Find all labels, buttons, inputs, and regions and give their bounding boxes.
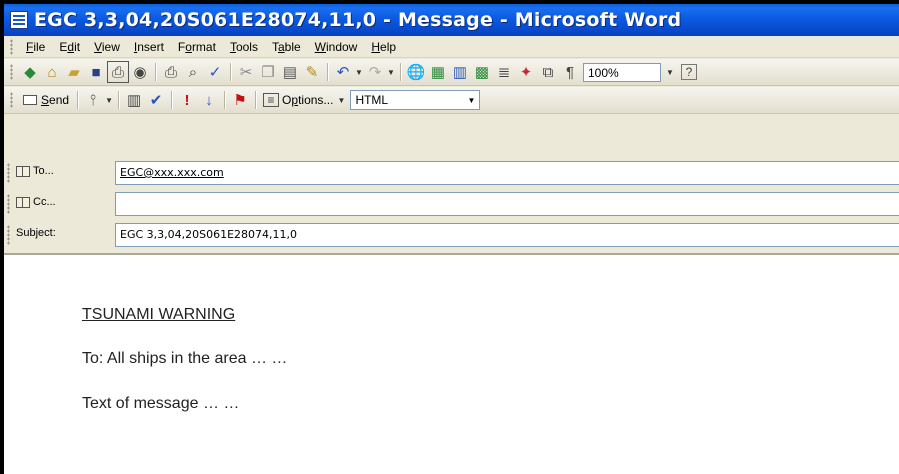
send-envelope-icon <box>23 95 37 105</box>
email-toolbar: Send ⫯ ▼ ▥ ✔ ! ↓ ⚑ ≡ Options... ▼ HTML ▼ <box>4 87 899 114</box>
options-icon: ≡ <box>263 93 280 107</box>
attach-dropdown-icon[interactable]: ▼ <box>104 96 114 105</box>
toolbar-separator <box>255 91 257 109</box>
research-icon[interactable]: ◉ <box>129 61 151 83</box>
to-row: To... EGC@xxx.xxx.com <box>4 161 899 185</box>
open-folder-icon[interactable]: ▰ <box>63 61 85 83</box>
cc-field[interactable] <box>115 192 899 216</box>
permission-icon[interactable]: ⎙ <box>107 61 129 83</box>
toolbar-separator <box>327 63 328 81</box>
title-bar[interactable]: EGC 3,3,04,20S061E28074,11,0 - Message -… <box>4 4 899 36</box>
message-recipient-line: To: All ships in the area … … <box>82 350 288 367</box>
toolbar-separator <box>230 63 231 81</box>
options-button[interactable]: ≡ Options... <box>260 93 336 107</box>
spelling-icon[interactable]: ✓ <box>204 61 226 83</box>
new-document-icon[interactable]: ◆ <box>19 61 41 83</box>
standard-toolbar: ◆ ⌂ ▰ ■ ⎙ ◉ ⎙ ⌕ ✓ ✂ ❐ ▤ ✎ ↶ ▼ ↷ ▼ 🌐 ▦ ▥ … <box>4 59 899 86</box>
importance-high-icon[interactable]: ! <box>176 89 198 111</box>
paste-icon[interactable]: ▤ <box>279 61 301 83</box>
send-button[interactable]: Send <box>19 93 73 107</box>
cc-row: Cc... <box>4 192 899 216</box>
toolbar-separator <box>155 63 156 81</box>
redo-icon[interactable]: ↷ <box>364 61 386 83</box>
menu-view[interactable]: View <box>87 38 127 56</box>
menu-edit[interactable]: Edit <box>52 38 87 56</box>
to-field[interactable]: EGC@xxx.xxx.com <box>115 161 899 185</box>
menu-bar-grip[interactable] <box>10 38 13 55</box>
subject-label: Subject: <box>16 227 56 239</box>
cut-icon[interactable]: ✂ <box>235 61 257 83</box>
toolbar-grip[interactable] <box>10 92 13 108</box>
insert-excel-icon[interactable]: ▩ <box>471 61 493 83</box>
zoom-dropdown-icon[interactable]: ▼ <box>665 68 675 77</box>
menu-insert[interactable]: Insert <box>127 38 171 56</box>
to-button[interactable]: To... <box>16 165 54 177</box>
help-icon[interactable]: ? <box>681 64 697 80</box>
toolbar-separator <box>118 91 120 109</box>
toolbar-separator <box>171 91 173 109</box>
menu-tools[interactable]: Tools <box>223 38 265 56</box>
tables-borders-icon[interactable]: ▦ <box>427 61 449 83</box>
address-book-icon[interactable]: ▥ <box>123 89 145 111</box>
importance-low-icon[interactable]: ↓ <box>198 89 220 111</box>
menu-bar: File Edit View Insert Format Tools Table… <box>4 36 899 58</box>
format-painter-icon[interactable]: ✎ <box>301 61 323 83</box>
toolbar-separator <box>77 91 79 109</box>
options-dropdown-icon[interactable]: ▼ <box>336 96 346 105</box>
message-body[interactable]: TSUNAMI WARNING To: All ships in the are… <box>4 255 899 474</box>
format-dropdown-icon: ▼ <box>467 95 476 105</box>
toolbar-grip[interactable] <box>10 64 13 80</box>
attach-file-icon[interactable]: ⫯ <box>82 89 104 111</box>
redo-dropdown-icon[interactable]: ▼ <box>386 68 396 77</box>
menu-table[interactable]: Table <box>265 38 308 56</box>
zoom-input[interactable]: 100% <box>583 62 661 82</box>
save-icon[interactable]: ■ <box>85 61 107 83</box>
message-title: TSUNAMI WARNING <box>82 306 236 323</box>
menu-window[interactable]: Window <box>308 38 365 56</box>
hyperlink-icon[interactable]: 🌐 <box>405 61 427 83</box>
open-file-icon[interactable]: ⌂ <box>41 61 63 83</box>
menu-format[interactable]: Format <box>171 38 223 56</box>
toolbar-separator <box>400 63 401 81</box>
address-book-icon <box>16 165 30 177</box>
print-icon[interactable]: ⎙ <box>160 61 182 83</box>
undo-icon[interactable]: ↶ <box>332 61 354 83</box>
show-hide-icon[interactable]: ¶ <box>559 61 581 83</box>
message-header: To... EGC@xxx.xxx.com Cc... Subject: EGC… <box>4 115 899 255</box>
message-format-select[interactable]: HTML ▼ <box>350 90 481 110</box>
word-window: EGC 3,3,04,20S061E28074,11,0 - Message -… <box>4 4 899 474</box>
menu-file[interactable]: File <box>19 38 52 56</box>
drawing-icon[interactable]: ✦ <box>515 61 537 83</box>
columns-icon[interactable]: ≣ <box>493 61 515 83</box>
word-document-icon[interactable] <box>10 11 28 29</box>
undo-dropdown-icon[interactable]: ▼ <box>354 68 364 77</box>
cc-button[interactable]: Cc... <box>16 196 56 208</box>
menu-help[interactable]: Help <box>364 38 403 56</box>
document-map-icon[interactable]: ⧉ <box>537 61 559 83</box>
insert-table-icon[interactable]: ▥ <box>449 61 471 83</box>
message-text-line: Text of message … … <box>82 395 240 412</box>
toolbar-separator <box>224 91 226 109</box>
window-title: EGC 3,3,04,20S061E28074,11,0 - Message -… <box>34 9 682 31</box>
subject-row: Subject: EGC 3,3,04,20S061E28074,11,0 <box>4 223 899 247</box>
print-preview-icon[interactable]: ⌕ <box>182 61 204 83</box>
address-book-icon <box>16 196 30 208</box>
flag-icon[interactable]: ⚑ <box>229 89 251 111</box>
copy-icon[interactable]: ❐ <box>257 61 279 83</box>
subject-field[interactable]: EGC 3,3,04,20S061E28074,11,0 <box>115 223 899 247</box>
check-names-icon[interactable]: ✔ <box>145 89 167 111</box>
